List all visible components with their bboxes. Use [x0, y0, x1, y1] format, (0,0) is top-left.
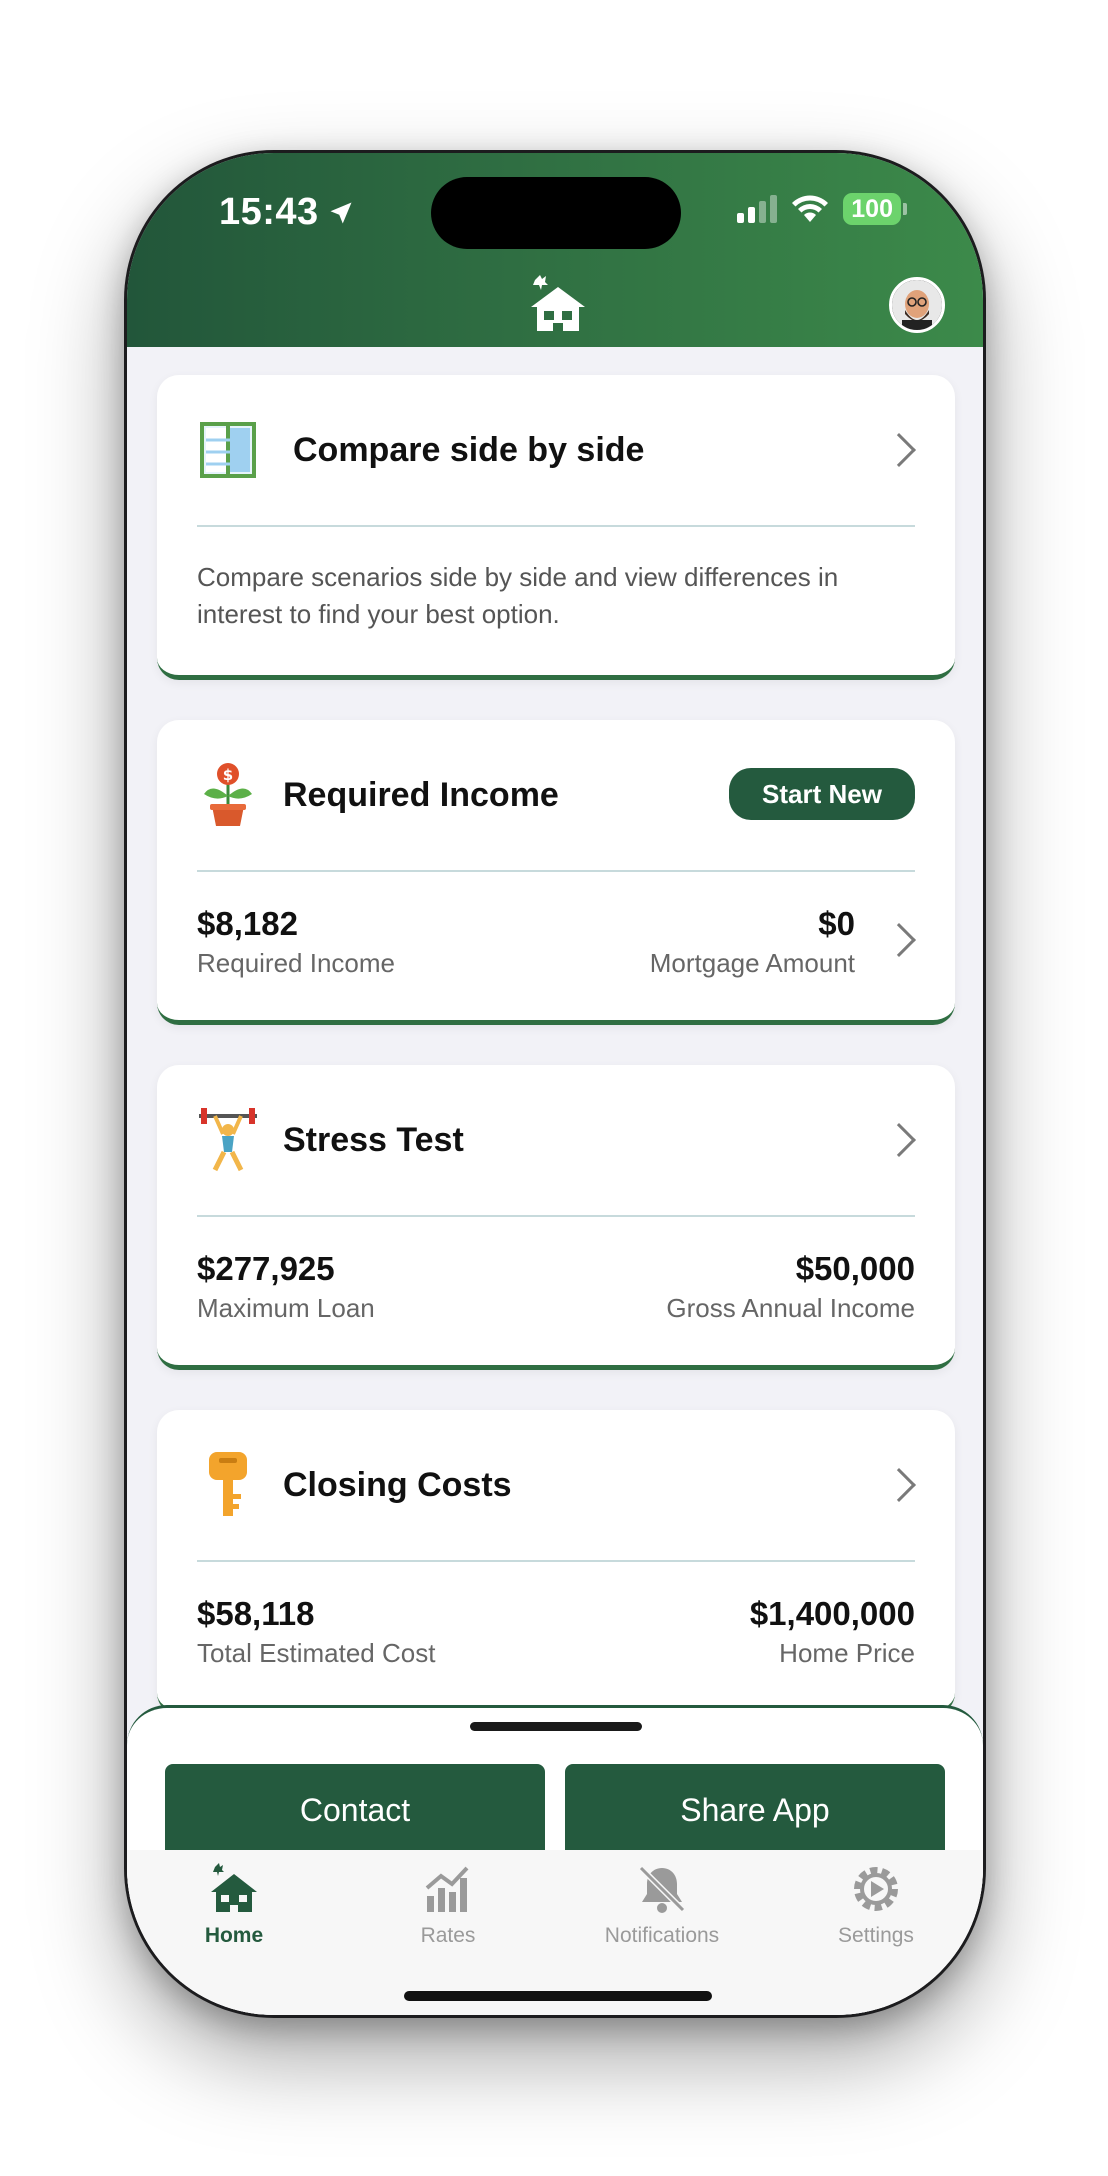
card-divider — [197, 870, 915, 872]
required-income-card[interactable]: $ Required Income Start New $8,182 Requi… — [157, 720, 955, 1025]
maximum-loan-label: Maximum Loan — [197, 1293, 375, 1323]
required-income-title: Required Income — [283, 775, 559, 814]
closing-costs-card[interactable]: Closing Costs $58,118 Total Estimated Co… — [157, 1410, 955, 1715]
contact-button[interactable]: Contact — [165, 1764, 545, 1856]
stress-test-header: Stress Test — [157, 1065, 955, 1215]
location-arrow-icon — [330, 202, 352, 223]
tab-label: Rates — [420, 1924, 476, 1947]
required-income-label: Required Income — [197, 948, 395, 978]
home-indicator[interactable] — [404, 1991, 712, 2001]
weightlifter-icon — [197, 1108, 259, 1172]
closing-costs-title: Closing Costs — [283, 1465, 512, 1504]
dynamic-island — [431, 177, 681, 249]
mortgage-amount-value: $0 — [818, 905, 855, 942]
app-screen: 15:43 100 Compare side by side Compare s… — [127, 153, 983, 2015]
status-indicators: 100 — [737, 193, 907, 225]
start-new-button[interactable]: Start New — [729, 768, 915, 820]
profile-avatar[interactable] — [889, 277, 945, 333]
tab-rates[interactable]: Rates — [368, 1862, 528, 1948]
gear-icon — [854, 1867, 898, 1911]
required-income-value: $8,182 — [197, 905, 298, 942]
tab-notifications[interactable]: Notifications — [582, 1862, 742, 1948]
money-plant-icon: $ — [197, 763, 259, 826]
tab-label: Settings — [838, 1924, 914, 1947]
table-compare-icon — [197, 419, 259, 481]
compare-card-title: Compare side by side — [293, 430, 645, 469]
avatar-face-icon — [892, 280, 942, 330]
stress-test-title: Stress Test — [283, 1120, 464, 1159]
key-icon — [197, 1452, 259, 1516]
house-logo-icon[interactable] — [527, 273, 589, 335]
home-price-label: Home Price — [779, 1638, 915, 1668]
home-price-value: $1,400,000 — [749, 1595, 915, 1632]
closing-costs-header: Closing Costs — [157, 1410, 955, 1560]
tab-label: Notifications — [604, 1924, 720, 1947]
chevron-right-icon — [882, 923, 916, 957]
battery-icon: 100 — [843, 193, 901, 225]
total-estimated-cost-value: $58,118 — [197, 1595, 315, 1632]
battery-tip — [903, 203, 907, 215]
wifi-icon — [792, 195, 829, 222]
phone-frame: 15:43 100 Compare side by side Compare s… — [124, 150, 986, 2018]
app-header: 15:43 100 — [127, 153, 983, 347]
gross-annual-income-value: $50,000 — [795, 1250, 915, 1287]
stress-test-card[interactable]: Stress Test $277,925 Maximum Loan $50,00… — [157, 1065, 955, 1370]
card-divider — [197, 1560, 915, 1562]
card-divider — [197, 525, 915, 527]
compare-card-description: Compare scenarios side by side and view … — [197, 562, 839, 629]
status-time: 15:43 — [219, 191, 355, 234]
tab-label: Home — [204, 1924, 264, 1947]
tab-settings[interactable]: Settings — [796, 1862, 956, 1948]
home-icon — [211, 1863, 257, 1912]
bell-slash-icon — [638, 1865, 686, 1913]
compare-card-header: Compare side by side — [157, 375, 955, 525]
tab-home[interactable]: Home — [154, 1862, 314, 1948]
share-app-button[interactable]: Share App — [565, 1764, 945, 1856]
svg-text:$: $ — [223, 766, 233, 784]
gross-annual-income-label: Gross Annual Income — [666, 1293, 915, 1323]
sheet-grabber[interactable] — [470, 1722, 642, 1731]
maximum-loan-value: $277,925 — [197, 1250, 335, 1287]
signal-icon — [737, 195, 778, 223]
total-estimated-cost-label: Total Estimated Cost — [197, 1638, 436, 1668]
mortgage-amount-label: Mortgage Amount — [649, 948, 855, 978]
compare-card[interactable]: Compare side by side Compare scenarios s… — [157, 375, 955, 680]
chart-icon — [425, 1866, 469, 1912]
card-divider — [197, 1215, 915, 1217]
